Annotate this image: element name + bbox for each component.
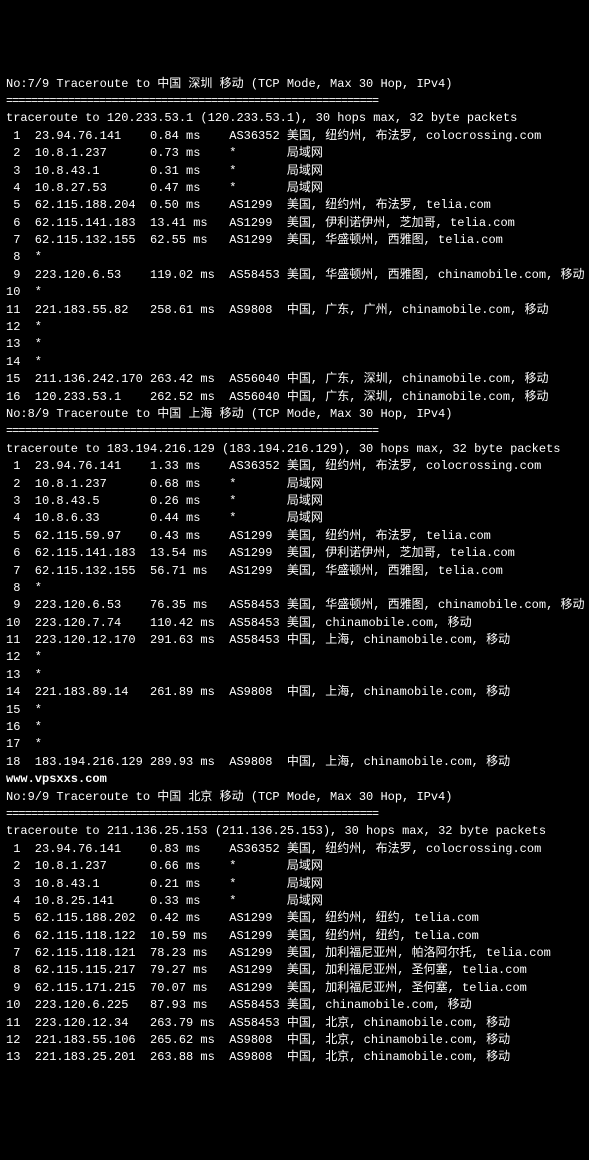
traceroute-hop: 4 10.8.25.141 0.33 ms * 局域网 — [6, 893, 583, 910]
traceroute-hop: 6 62.115.141.183 13.41 ms AS1299 美国, 伊利诺… — [6, 215, 583, 232]
traceroute-header: traceroute to 183.194.216.129 (183.194.2… — [6, 441, 583, 458]
traceroute-hop: 9 62.115.171.215 70.07 ms AS1299 美国, 加利福… — [6, 980, 583, 997]
traceroute-hop: 3 10.8.43.1 0.21 ms * 局域网 — [6, 876, 583, 893]
traceroute-hop: 16 * — [6, 719, 583, 736]
traceroute-hop: 8 62.115.115.217 79.27 ms AS1299 美国, 加利福… — [6, 962, 583, 979]
separator: ========================================… — [6, 423, 583, 440]
traceroute-hop: 11 221.183.55.82 258.61 ms AS9808 中国, 广东… — [6, 302, 583, 319]
traceroute-hop: 14 * — [6, 354, 583, 371]
traceroute-hop: 13 221.183.25.201 263.88 ms AS9808 中国, 北… — [6, 1049, 583, 1066]
traceroute-hop: 15 * — [6, 702, 583, 719]
traceroute-hop: 2 10.8.1.237 0.68 ms * 局域网 — [6, 476, 583, 493]
traceroute-hop: 12 * — [6, 319, 583, 336]
traceroute-hop: 9 223.120.6.53 76.35 ms AS58453 美国, 华盛顿州… — [6, 597, 583, 614]
traceroute-hop: 4 10.8.6.33 0.44 ms * 局域网 — [6, 510, 583, 527]
traceroute-title: No:7/9 Traceroute to 中国 深圳 移动 (TCP Mode,… — [6, 76, 583, 93]
traceroute-hop: 8 * — [6, 580, 583, 597]
traceroute-hop: 13 * — [6, 336, 583, 353]
traceroute-hop: 2 10.8.1.237 0.73 ms * 局域网 — [6, 145, 583, 162]
traceroute-hop: 10 223.120.7.74 110.42 ms AS58453 美国, ch… — [6, 615, 583, 632]
separator: ========================================… — [6, 806, 583, 823]
traceroute-hop: 1 23.94.76.141 0.83 ms AS36352 美国, 纽约州, … — [6, 841, 583, 858]
traceroute-hop: 6 62.115.141.183 13.54 ms AS1299 美国, 伊利诺… — [6, 545, 583, 562]
traceroute-hop: 16 120.233.53.1 262.52 ms AS56040 中国, 广东… — [6, 389, 583, 406]
traceroute-hop: 11 223.120.12.34 263.79 ms AS58453 中国, 北… — [6, 1015, 583, 1032]
traceroute-hop: 5 62.115.188.202 0.42 ms AS1299 美国, 纽约州,… — [6, 910, 583, 927]
traceroute-header: traceroute to 120.233.53.1 (120.233.53.1… — [6, 110, 583, 127]
traceroute-hop: 2 10.8.1.237 0.66 ms * 局域网 — [6, 858, 583, 875]
traceroute-hop: 7 62.115.118.121 78.23 ms AS1299 美国, 加利福… — [6, 945, 583, 962]
traceroute-hop: 9 223.120.6.53 119.02 ms AS58453 美国, 华盛顿… — [6, 267, 583, 284]
traceroute-title: No:8/9 Traceroute to 中国 上海 移动 (TCP Mode,… — [6, 406, 583, 423]
traceroute-hop: 1 23.94.76.141 0.84 ms AS36352 美国, 纽约州, … — [6, 128, 583, 145]
traceroute-hop: 6 62.115.118.122 10.59 ms AS1299 美国, 纽约州… — [6, 928, 583, 945]
traceroute-hop: 13 * — [6, 667, 583, 684]
traceroute-hop: 14 221.183.89.14 261.89 ms AS9808 中国, 上海… — [6, 684, 583, 701]
traceroute-hop: 8 * — [6, 249, 583, 266]
traceroute-hop: 10 223.120.6.225 87.93 ms AS58453 美国, ch… — [6, 997, 583, 1014]
traceroute-hop: 11 223.120.12.170 291.63 ms AS58453 中国, … — [6, 632, 583, 649]
traceroute-hop: 3 10.8.43.5 0.26 ms * 局域网 — [6, 493, 583, 510]
traceroute-hop: 7 62.115.132.155 62.55 ms AS1299 美国, 华盛顿… — [6, 232, 583, 249]
traceroute-hop: 5 62.115.188.204 0.50 ms AS1299 美国, 纽约州,… — [6, 197, 583, 214]
traceroute-header: traceroute to 211.136.25.153 (211.136.25… — [6, 823, 583, 840]
watermark: www.vpsxxs.com — [6, 771, 583, 788]
terminal-output: No:7/9 Traceroute to 中国 深圳 移动 (TCP Mode,… — [6, 76, 583, 1067]
traceroute-hop: 17 * — [6, 736, 583, 753]
traceroute-hop: 12 221.183.55.106 265.62 ms AS9808 中国, 北… — [6, 1032, 583, 1049]
traceroute-hop: 15 211.136.242.170 263.42 ms AS56040 中国,… — [6, 371, 583, 388]
traceroute-hop: 12 * — [6, 649, 583, 666]
traceroute-hop: 4 10.8.27.53 0.47 ms * 局域网 — [6, 180, 583, 197]
traceroute-hop: 5 62.115.59.97 0.43 ms AS1299 美国, 纽约州, 布… — [6, 528, 583, 545]
separator: ========================================… — [6, 93, 583, 110]
traceroute-hop: 10 * — [6, 284, 583, 301]
traceroute-hop: 7 62.115.132.155 56.71 ms AS1299 美国, 华盛顿… — [6, 563, 583, 580]
traceroute-hop: 1 23.94.76.141 1.33 ms AS36352 美国, 纽约州, … — [6, 458, 583, 475]
traceroute-hop: 3 10.8.43.1 0.31 ms * 局域网 — [6, 163, 583, 180]
traceroute-hop: 18 183.194.216.129 289.93 ms AS9808 中国, … — [6, 754, 583, 771]
traceroute-title: No:9/9 Traceroute to 中国 北京 移动 (TCP Mode,… — [6, 789, 583, 806]
